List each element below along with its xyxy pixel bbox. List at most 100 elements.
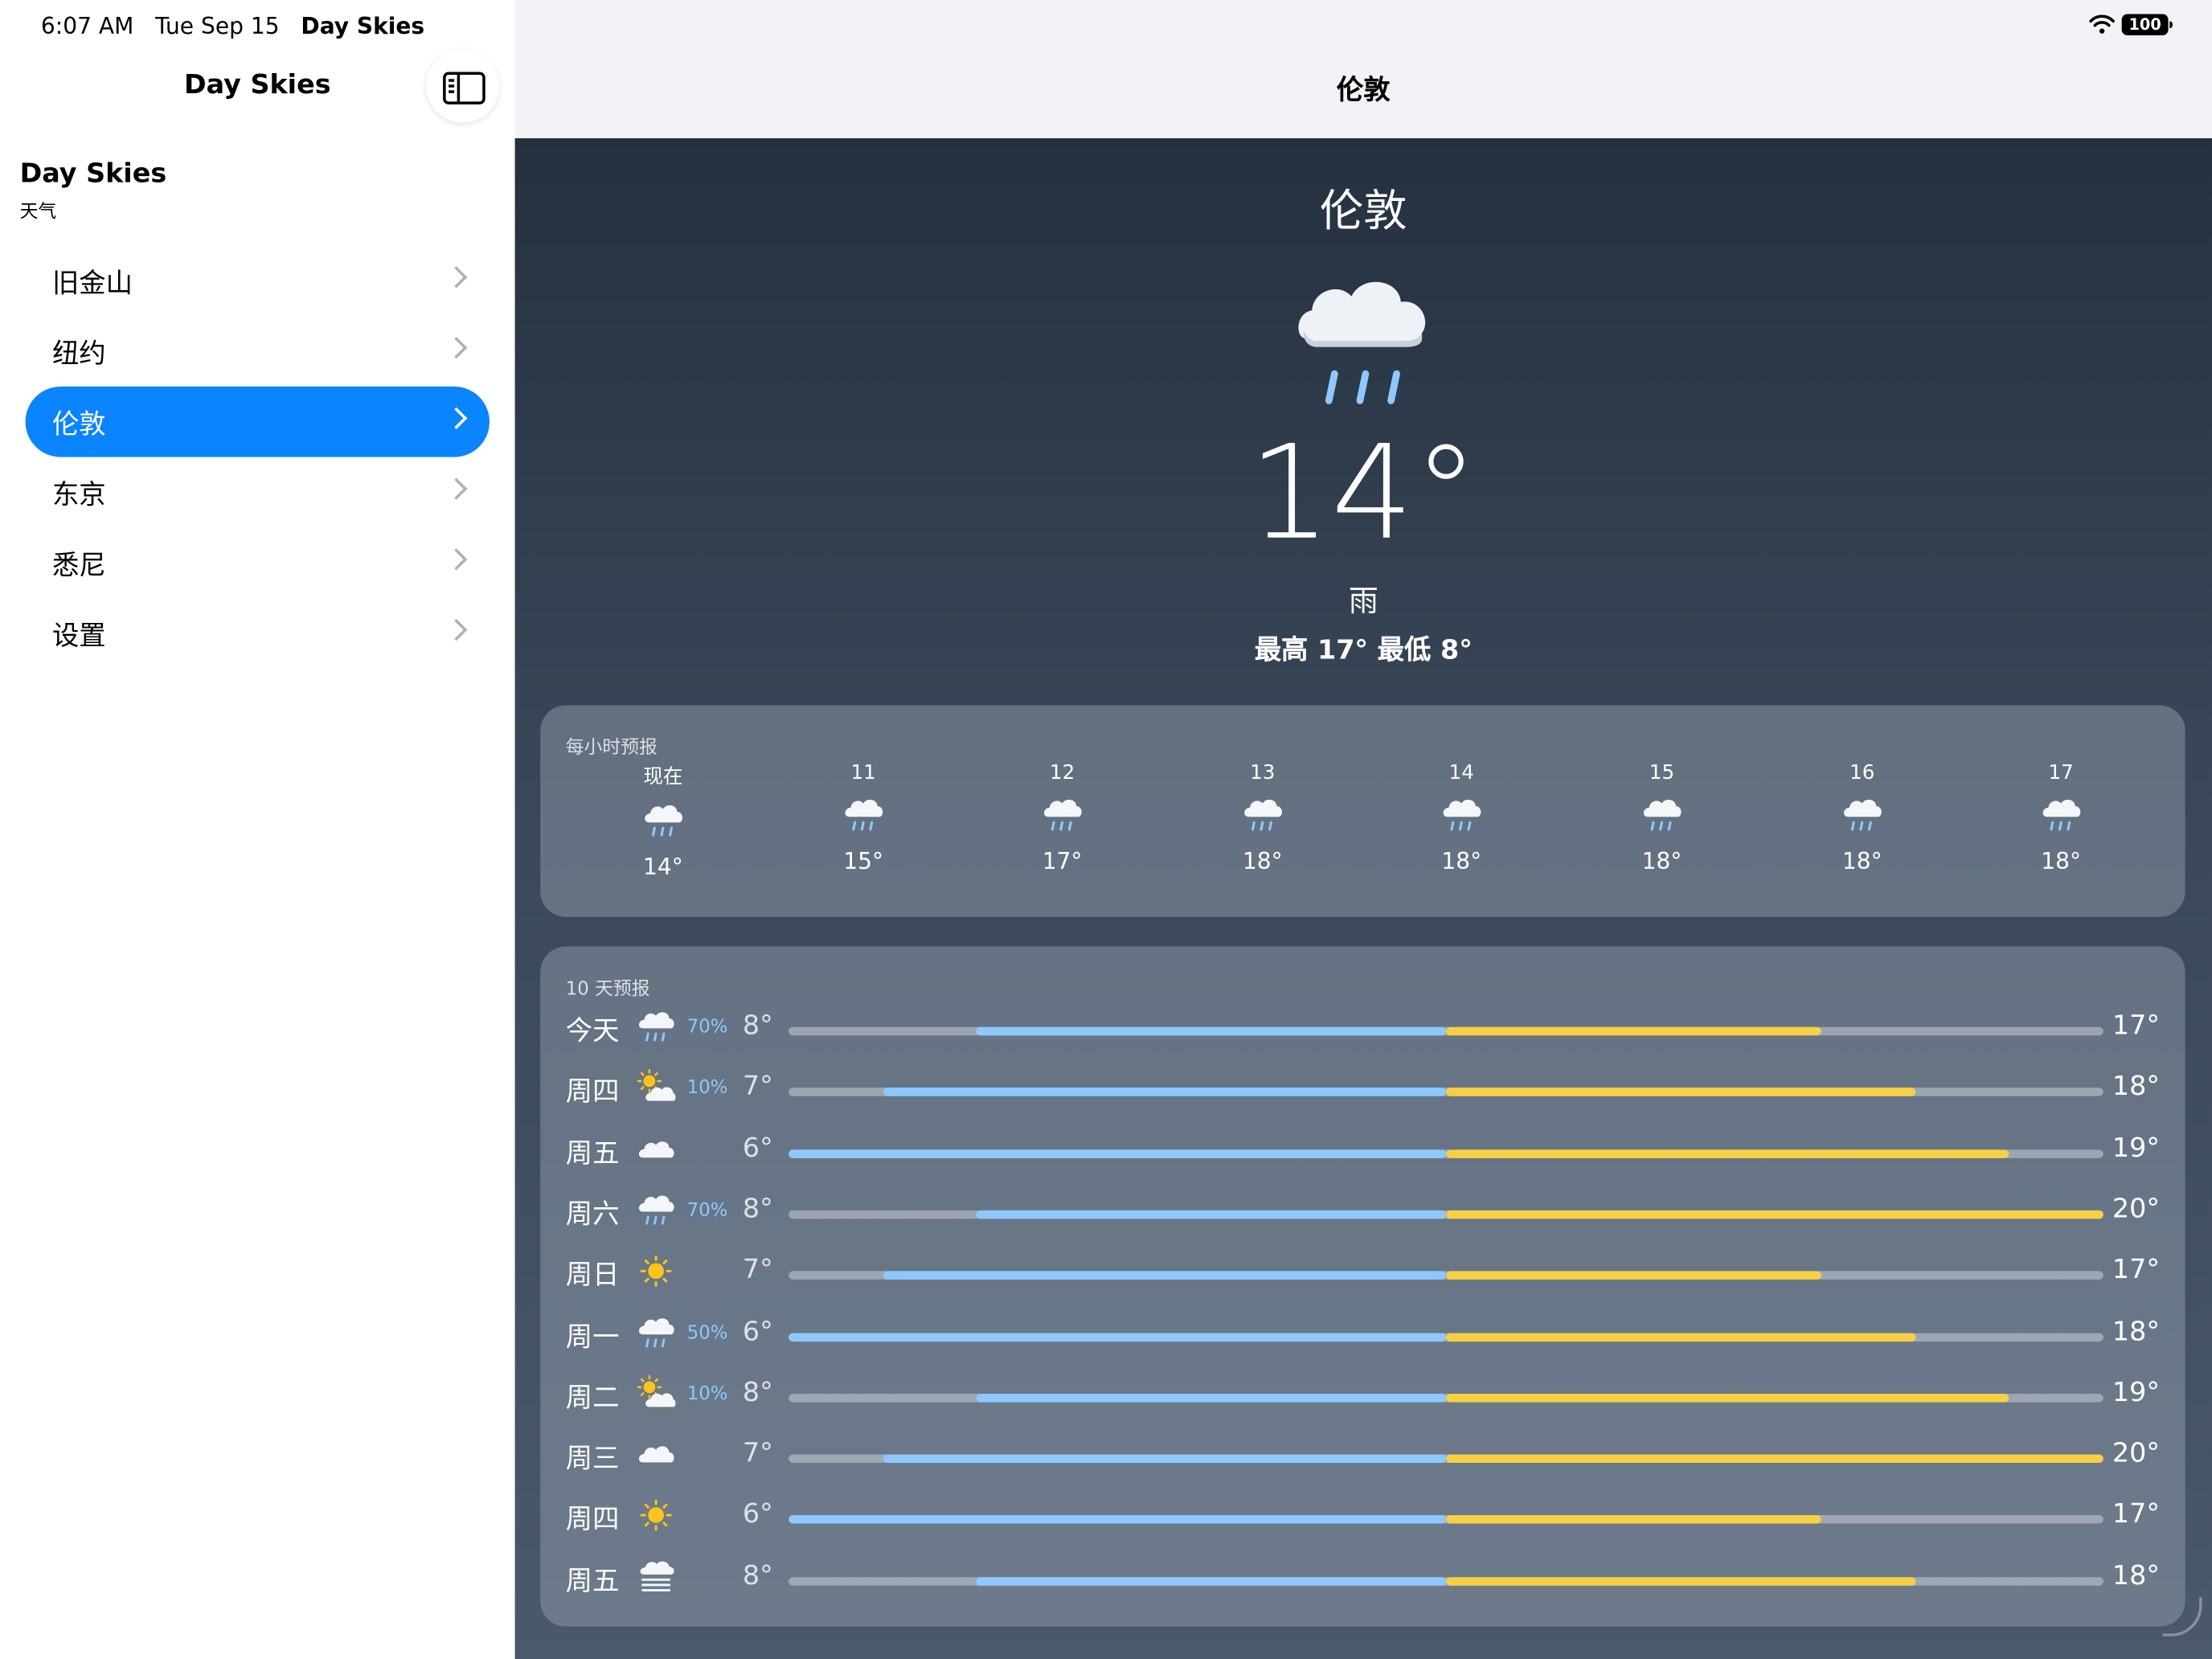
daily-row: 今天 70% 8° 17° xyxy=(540,1002,2185,1062)
temperature-range-warm xyxy=(1445,1454,2103,1464)
temperature-range-cool xyxy=(976,1393,1446,1403)
high-temperature: 18° xyxy=(2112,1559,2161,1591)
temperature-range-cool xyxy=(789,1149,1446,1158)
day-label: 周四 xyxy=(565,1076,620,1108)
day-label: 周二 xyxy=(565,1382,620,1414)
partly-sunny-icon xyxy=(637,1068,676,1113)
battery-icon: 100 xyxy=(2121,14,2173,35)
temperature-range-bar xyxy=(789,1332,2103,1342)
chevron-right-icon xyxy=(445,619,468,641)
hourly-item: 11 15° xyxy=(800,762,927,875)
hour-label: 13 xyxy=(1250,761,1276,784)
high-low-temperature: 最高 17° 最低 8° xyxy=(1254,634,1473,666)
status-date: Tue Sep 15 xyxy=(155,12,280,40)
high-temperature: 18° xyxy=(2112,1071,2161,1103)
sidebar-item[interactable]: 伦敦 xyxy=(25,386,490,457)
sidebar-item[interactable]: 旧金山 xyxy=(26,245,490,316)
top-bar: 伦敦 100 xyxy=(514,0,2212,138)
wifi-icon xyxy=(2089,14,2115,34)
current-condition: 雨 xyxy=(1348,584,1378,618)
cloud-icon xyxy=(637,1129,676,1174)
high-temperature: 20° xyxy=(2112,1193,2161,1225)
hourly-item: 13 18° xyxy=(1199,762,1326,875)
day-label: 今天 xyxy=(565,1015,620,1047)
sidebar-toggle-button[interactable] xyxy=(426,49,500,123)
temperature-range-bar xyxy=(789,1088,2103,1097)
temperature-range-bar xyxy=(789,1210,2103,1219)
hour-label: 12 xyxy=(1049,761,1075,784)
temperature-range-cool xyxy=(976,1210,1446,1219)
partly-sunny-icon xyxy=(637,1374,676,1419)
hour-label: 15 xyxy=(1649,761,1675,784)
temperature-range-warm xyxy=(1445,1149,2010,1158)
day-label: 周五 xyxy=(565,1137,620,1169)
daily-row: 周二 10% 8° 19° xyxy=(540,1368,2185,1428)
hour-label: 16 xyxy=(1849,761,1875,784)
low-temperature: 8° xyxy=(742,1376,773,1408)
temperature-range-warm xyxy=(1445,1088,1916,1097)
rain-icon xyxy=(1298,281,1426,404)
rain-icon xyxy=(1599,794,1726,842)
precipitation-chance: 10% xyxy=(686,1078,728,1100)
hour-temperature: 18° xyxy=(2041,847,2082,875)
sidebar-item[interactable]: 设置 xyxy=(26,598,490,669)
temperature-range-bar xyxy=(789,1454,2103,1464)
chevron-right-icon xyxy=(445,407,468,430)
hourly-item: 12 17° xyxy=(999,762,1126,875)
temperature-range-cool xyxy=(882,1271,1446,1280)
sidebar-toggle-icon xyxy=(443,72,485,104)
low-temperature: 8° xyxy=(742,1559,773,1591)
daily-row: 周三 7° 20° xyxy=(540,1429,2185,1489)
temperature-range-cool xyxy=(882,1454,1446,1464)
hourly-item: 14 18° xyxy=(1398,762,1525,875)
chevron-right-icon xyxy=(445,477,468,500)
daily-row: 周日 7° 17° xyxy=(540,1246,2185,1306)
rain-icon xyxy=(999,794,1126,842)
cloud-icon xyxy=(637,1435,676,1480)
sidebar-item-label: 伦敦 xyxy=(51,408,106,440)
low-temperature: 7° xyxy=(742,1254,773,1286)
fog-icon xyxy=(637,1557,676,1602)
rain-icon xyxy=(637,1007,676,1052)
precipitation-chance: 10% xyxy=(686,1383,728,1405)
sidebar-item[interactable]: 东京 xyxy=(26,457,490,528)
sidebar-item[interactable]: 纽约 xyxy=(26,316,490,387)
precipitation-chance: 70% xyxy=(686,1200,728,1222)
daily-row: 周六 70% 8° 20° xyxy=(540,1185,2185,1245)
hour-label: 11 xyxy=(850,761,876,784)
rain-icon xyxy=(1398,794,1525,842)
daily-forecast-card: 10 天预报 今天 70% 8° 17° 周四 10% 7° 18° 周五 6° 19° 周六 70% 8… xyxy=(540,946,2185,1627)
low-temperature: 6° xyxy=(742,1498,773,1530)
hourly-item: 17 18° xyxy=(1997,762,2124,875)
app-subtitle: 天气 xyxy=(19,201,57,223)
hour-temperature: 15° xyxy=(843,847,883,875)
sidebar-item-label: 旧金山 xyxy=(51,268,133,300)
hour-temperature: 14° xyxy=(642,853,683,881)
temperature-range-warm xyxy=(1445,1271,1822,1280)
precipitation-chance: 50% xyxy=(686,1322,728,1344)
temperature-range-cool xyxy=(789,1515,1446,1525)
hour-temperature: 18° xyxy=(1841,847,1882,875)
status-bar-time: 6:07 AM Tue Sep 15 Day Skies xyxy=(41,13,424,39)
temperature-range-warm xyxy=(1445,1393,2010,1403)
hourly-item: 16 18° xyxy=(1799,762,1926,875)
rain-icon xyxy=(800,794,927,842)
rain-icon xyxy=(1199,794,1326,842)
app-window: 6:07 AM Tue Sep 15 Day Skies Day Skies D… xyxy=(0,0,2212,1659)
hour-temperature: 18° xyxy=(1242,847,1283,875)
high-temperature: 17° xyxy=(2112,1498,2161,1530)
page-title: 伦敦 xyxy=(1336,75,1391,106)
daily-row: 周四 6° 17° xyxy=(540,1490,2185,1550)
temperature-range-warm xyxy=(1445,1210,2103,1219)
sun-icon xyxy=(637,1251,676,1296)
high-temperature: 17° xyxy=(2112,1010,2161,1042)
sidebar-item-label: 东京 xyxy=(51,479,106,511)
rain-icon xyxy=(1799,794,1926,842)
low-temperature: 6° xyxy=(742,1132,773,1164)
temperature-range-cool xyxy=(882,1088,1446,1097)
high-temperature: 20° xyxy=(2112,1437,2161,1469)
temperature-range-warm xyxy=(1445,1026,1822,1036)
sidebar-item[interactable]: 悉尼 xyxy=(26,527,490,598)
temperature-range-warm xyxy=(1445,1515,1822,1525)
hour-temperature: 17° xyxy=(1042,847,1083,875)
